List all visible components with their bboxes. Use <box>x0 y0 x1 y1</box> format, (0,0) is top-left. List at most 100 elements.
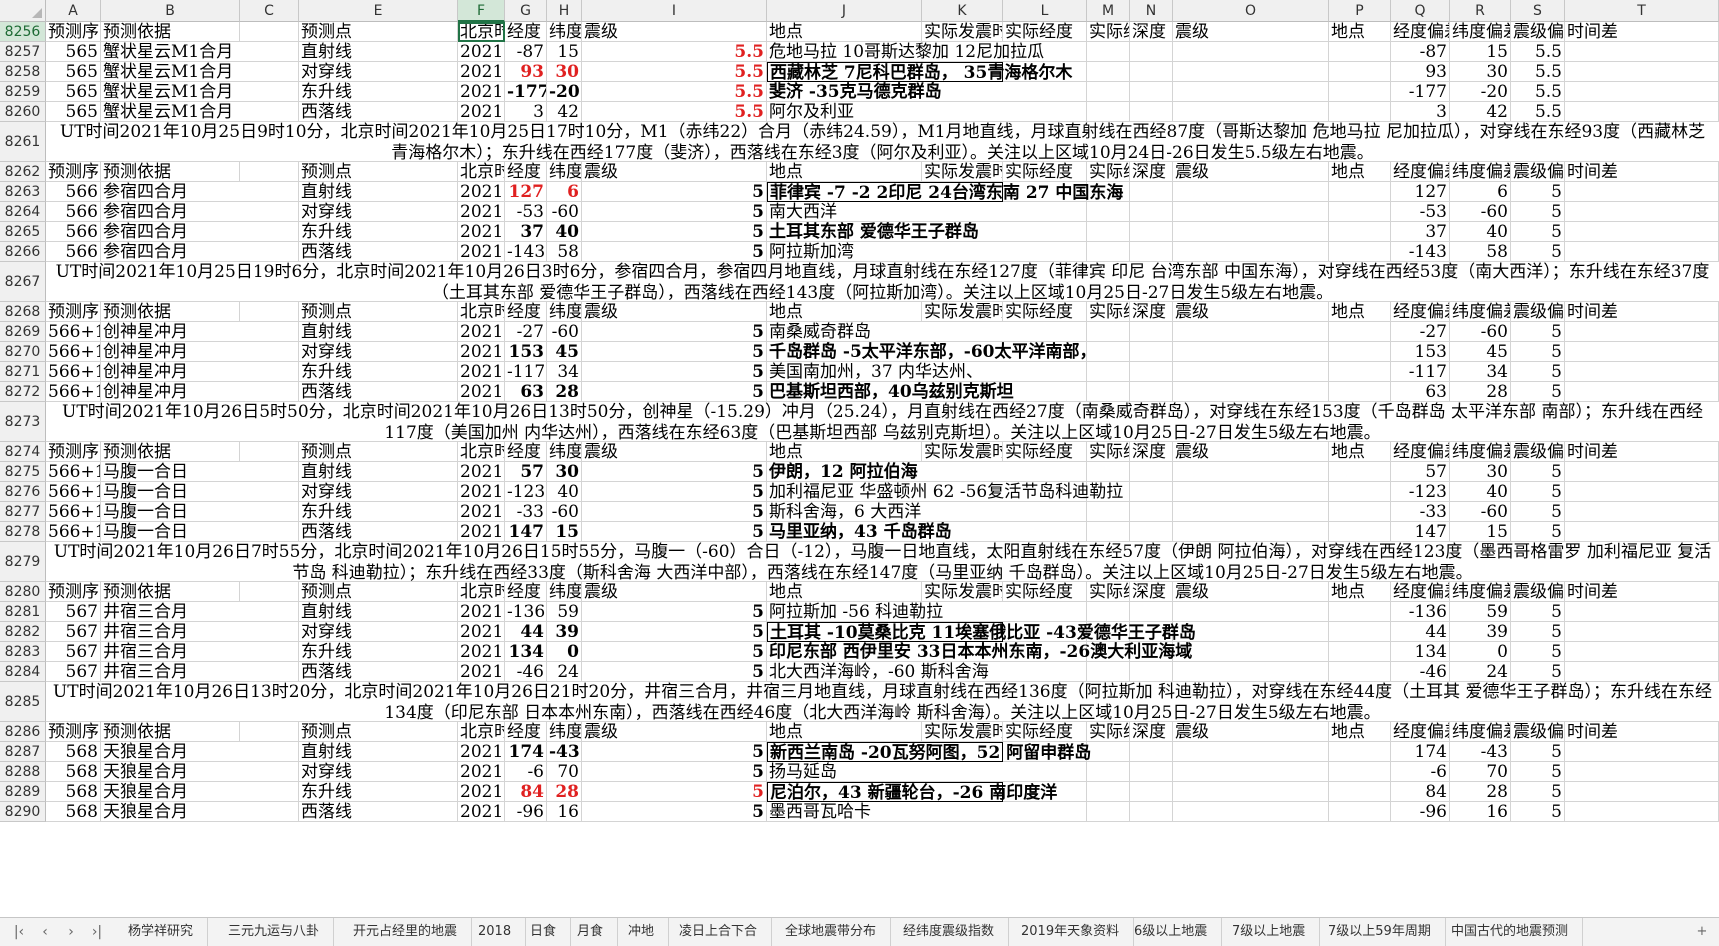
sheet-tab[interactable]: 7级以上59年周期 <box>1314 918 1446 946</box>
header-cell-f[interactable]: 北京时间 <box>458 442 505 462</box>
cell-t[interactable] <box>1565 462 1719 482</box>
header-cell-l[interactable]: 实际经度 <box>1003 302 1087 322</box>
cell-q[interactable]: -33 <box>1391 502 1450 522</box>
cell-b[interactable]: 蟹状星云M1合月 <box>101 82 299 102</box>
cell-s[interactable]: 5 <box>1511 762 1565 782</box>
cell-i[interactable]: 5 <box>582 802 767 822</box>
row-header[interactable]: 8266 <box>0 242 46 262</box>
cell-q[interactable]: 153 <box>1391 342 1450 362</box>
header-cell-n[interactable]: 深度 <box>1130 162 1173 182</box>
header-cell-g[interactable]: 经度 <box>505 302 547 322</box>
cell-f[interactable]: 2021-10-26 15:55 <box>458 482 505 502</box>
column-header-c[interactable]: C <box>240 0 299 22</box>
column-header-s[interactable]: S <box>1511 0 1565 22</box>
cell-q[interactable]: -123 <box>1391 482 1450 502</box>
cell-e[interactable]: 西落线 <box>299 242 458 262</box>
header-cell-l[interactable]: 实际经度 <box>1003 722 1087 742</box>
header-cell-p[interactable]: 地点 <box>1329 722 1391 742</box>
sheet-tab[interactable]: 全球地震带分布 <box>771 918 892 946</box>
header-cell-b[interactable]: 预测依据 <box>101 442 240 462</box>
sheet-tab[interactable]: 7级以上地震 <box>1218 918 1321 946</box>
cell-j[interactable]: 美国南加州，37 内华达州、 <box>767 362 1391 382</box>
header-cell-t[interactable]: 时间差 <box>1565 162 1719 182</box>
header-cell-s[interactable]: 震级偏差 <box>1511 582 1565 602</box>
cell-j[interactable]: 南桑威奇群岛 <box>767 322 1391 342</box>
cell-j[interactable]: 土耳其东部 爱德华王子群岛 <box>767 222 1391 242</box>
cell-b[interactable]: 参宿四合月 <box>101 182 299 202</box>
note-merged-cell[interactable]: UT时间2021年10月26日13时20分，北京时间2021年10月26日21时… <box>46 682 1719 722</box>
cell-g[interactable]: 134 <box>505 642 547 662</box>
cell-s[interactable]: 5 <box>1511 342 1565 362</box>
cell-t[interactable] <box>1565 742 1719 762</box>
cell-m[interactable] <box>1087 782 1130 802</box>
header-cell-q[interactable]: 经度偏差 <box>1391 22 1450 42</box>
cell-e[interactable]: 直射线 <box>299 602 458 622</box>
cell-g[interactable]: -33 <box>505 502 547 522</box>
cell-j[interactable]: 南大西洋 <box>767 202 1391 222</box>
header-cell-t[interactable]: 时间差 <box>1565 722 1719 742</box>
row-header[interactable]: 8276 <box>0 482 46 502</box>
cell-e[interactable]: 对穿线 <box>299 762 458 782</box>
cell-i[interactable]: 5.5 <box>582 62 767 82</box>
cell-g[interactable]: 63 <box>505 382 547 402</box>
cell-j[interactable]: 斯科舍海，6 大西洋 <box>767 502 1391 522</box>
cell-h[interactable]: 58 <box>547 242 582 262</box>
cell-a[interactable]: 567 <box>46 642 101 662</box>
row-header[interactable]: 8269 <box>0 322 46 342</box>
cell-h[interactable]: 40 <box>547 482 582 502</box>
column-header-r[interactable]: R <box>1450 0 1511 22</box>
row-header[interactable]: 8284 <box>0 662 46 682</box>
cell-r[interactable]: 6 <box>1450 182 1511 202</box>
cell-b[interactable]: 蟹状星云M1合月 <box>101 42 299 62</box>
cell-a[interactable]: 568 <box>46 782 101 802</box>
cell-r[interactable]: 42 <box>1450 102 1511 122</box>
cell-i[interactable]: 5 <box>582 602 767 622</box>
row-header[interactable]: 8280 <box>0 582 46 602</box>
cell-j[interactable]: 新西兰南岛 -20瓦努阿图，52 阿留申群岛 <box>767 742 1091 763</box>
header-cell-p[interactable]: 地点 <box>1329 582 1391 602</box>
cell-s[interactable]: 5.5 <box>1511 62 1565 82</box>
cell-h[interactable]: 16 <box>547 802 582 822</box>
cell-e[interactable]: 对穿线 <box>299 482 458 502</box>
header-cell-o[interactable]: 震级 <box>1173 302 1329 322</box>
row-header[interactable]: 8262 <box>0 162 46 182</box>
cell-s[interactable]: 5.5 <box>1511 82 1565 102</box>
cell-s[interactable]: 5 <box>1511 782 1565 802</box>
cell-o[interactable] <box>1173 742 1329 762</box>
cell-h[interactable]: 59 <box>547 602 582 622</box>
add-sheet-icon[interactable]: + <box>1693 923 1711 941</box>
cell-g[interactable]: 57 <box>505 462 547 482</box>
cell-q[interactable]: 127 <box>1391 182 1450 202</box>
cell-q[interactable]: 93 <box>1391 62 1450 82</box>
cell-r[interactable]: 28 <box>1450 382 1511 402</box>
header-cell-r[interactable]: 纬度偏差 <box>1450 162 1511 182</box>
row-header[interactable]: 8268 <box>0 302 46 322</box>
cell-f[interactable]: 2021-10-26 15:55 <box>458 462 505 482</box>
cell-a[interactable]: 566+1 <box>46 322 101 342</box>
cell-s[interactable]: 5 <box>1511 202 1565 222</box>
header-cell-a[interactable]: 预测序 <box>46 442 101 462</box>
cell-e[interactable]: 东升线 <box>299 82 458 102</box>
cell-j[interactable]: 西藏林芝 7尼科巴群岛， 35青海格尔木 <box>767 62 1072 83</box>
cell-g[interactable]: 93 <box>505 62 547 82</box>
header-cell-a[interactable]: 预测序 <box>46 302 101 322</box>
cell-j[interactable]: 加利福尼亚 华盛顿州 62 -56复活节岛科迪勒拉 <box>767 482 1391 502</box>
row-header[interactable]: 8267 <box>0 262 46 302</box>
cell-h[interactable]: 15 <box>547 42 582 62</box>
row-header[interactable]: 8275 <box>0 462 46 482</box>
header-cell-e[interactable]: 预测点 <box>299 442 458 462</box>
row-header[interactable]: 8288 <box>0 762 46 782</box>
cell-t[interactable] <box>1565 602 1719 622</box>
cell-t[interactable] <box>1565 522 1719 542</box>
cell-b[interactable]: 马腹一合日 <box>101 522 299 542</box>
cell-q[interactable]: 57 <box>1391 462 1450 482</box>
header-cell-r[interactable]: 纬度偏差 <box>1450 722 1511 742</box>
cell-b[interactable]: 参宿四合月 <box>101 202 299 222</box>
cell-g[interactable]: -46 <box>505 662 547 682</box>
cell-r[interactable]: 45 <box>1450 342 1511 362</box>
row-header[interactable]: 8277 <box>0 502 46 522</box>
cell-e[interactable]: 直射线 <box>299 742 458 762</box>
cell-g[interactable]: 153 <box>505 342 547 362</box>
header-cell-f[interactable]: 北京时间 <box>458 22 505 42</box>
cell-e[interactable]: 西落线 <box>299 522 458 542</box>
